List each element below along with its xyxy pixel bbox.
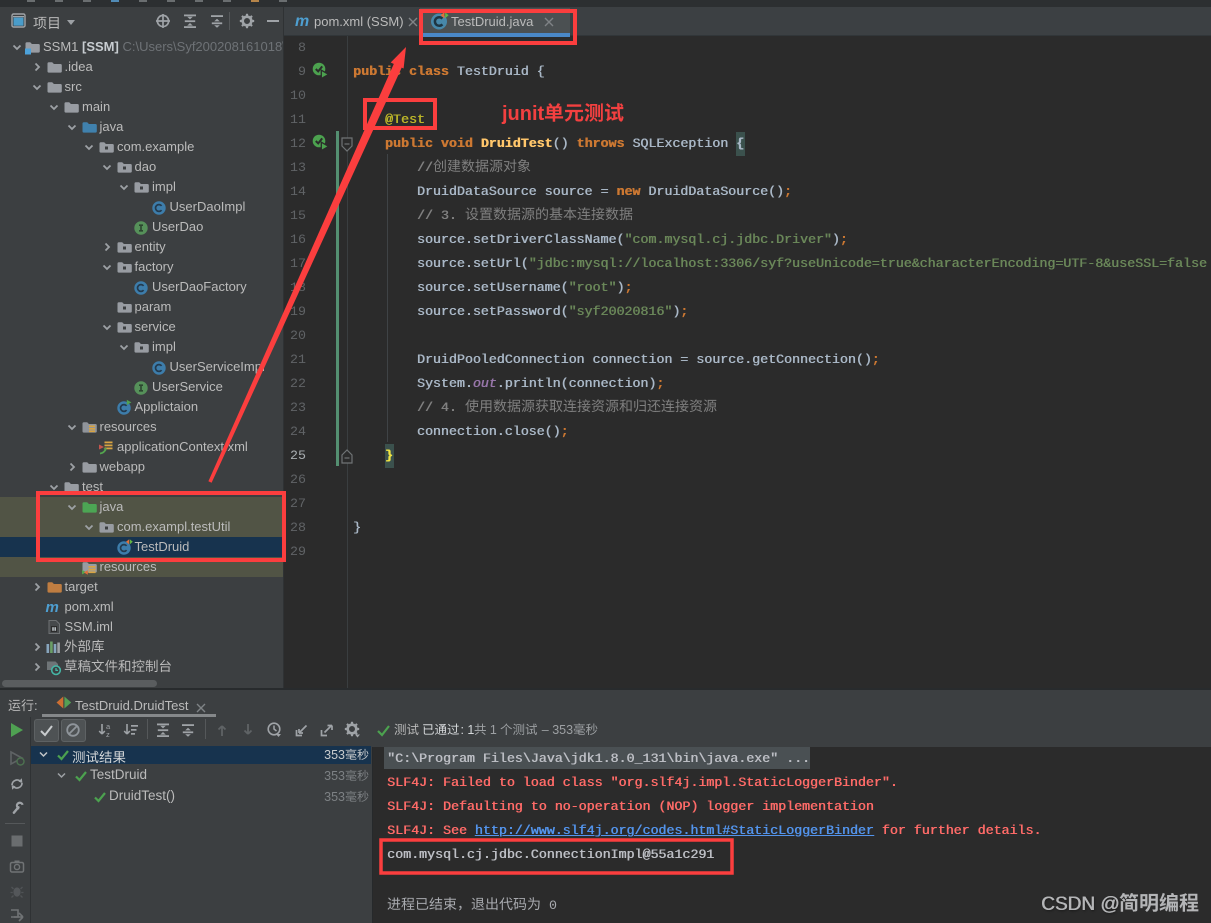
svg-text:z: z — [106, 730, 110, 739]
